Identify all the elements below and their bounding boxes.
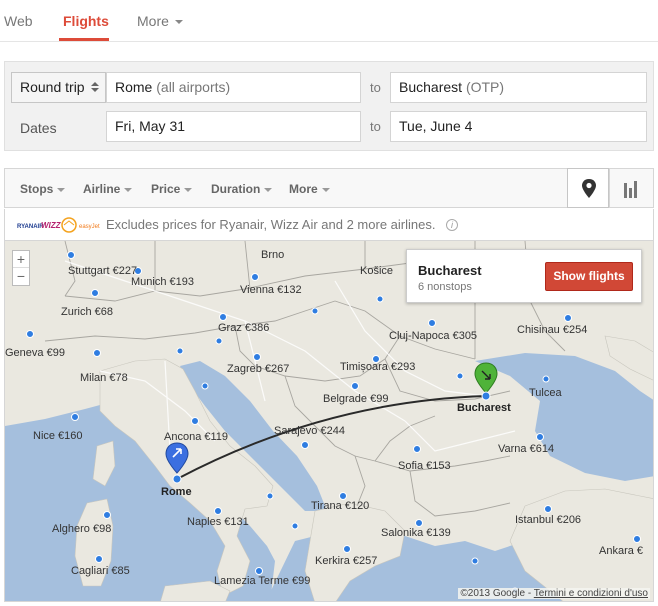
price-label: Chisinau €254: [517, 324, 587, 336]
map-view-button[interactable]: [567, 168, 609, 208]
popup-city: Bucharest: [418, 263, 482, 278]
to-label-origin: to: [370, 80, 381, 95]
destination-popup: Bucharest 6 nonstops Show flights: [406, 249, 642, 303]
bar-chart-icon: [624, 181, 637, 198]
origin-label: Rome: [161, 486, 192, 498]
origin-field[interactable]: Rome (all airports): [106, 72, 361, 103]
filter-price[interactable]: Price: [151, 182, 193, 196]
chart-view-button[interactable]: [609, 168, 651, 208]
tab-web[interactable]: Web: [4, 13, 33, 29]
place-label: Košice: [360, 265, 393, 277]
filter-duration-label: Duration: [211, 182, 261, 196]
notice-text: Excludes prices for Ryanair, Wizz Air an…: [106, 217, 436, 232]
map-pin-icon: [582, 179, 596, 198]
to-label-dates: to: [370, 119, 381, 134]
chevron-down-icon: [184, 187, 193, 192]
price-label: Cagliari €85: [71, 565, 130, 577]
airline-logos: RYANAIR WIZZ easyJet: [17, 217, 100, 233]
price-label: Ancona €119: [164, 431, 228, 443]
map-copyright: ©2013 Google - Termini e condizioni d'us…: [458, 588, 650, 599]
price-label: Munich €193: [131, 276, 194, 288]
price-label: Istanbul €206: [515, 514, 581, 526]
flight-map[interactable]: Brno Košice Stuttgart €227 Munich €193 Z…: [4, 240, 654, 602]
origin-detail: (all airports): [156, 79, 231, 95]
filter-duration[interactable]: Duration: [211, 182, 273, 196]
zoom-out-button[interactable]: −: [13, 268, 29, 285]
price-label: Varna €614: [498, 443, 554, 455]
chevron-down-icon: [321, 187, 330, 192]
filter-more[interactable]: More: [289, 182, 330, 196]
filter-airline-label: Airline: [83, 182, 121, 196]
copyright-text: ©2013 Google -: [460, 588, 532, 599]
return-date-field[interactable]: Tue, June 4: [390, 111, 647, 142]
search-panel: Round trip Rome (all airports) to Buchar…: [4, 61, 654, 151]
chevron-down-icon: [57, 187, 66, 192]
trip-type-select[interactable]: Round trip: [11, 72, 106, 103]
origin-city: Rome: [115, 79, 153, 95]
tab-more-label: More: [137, 13, 169, 29]
top-nav: Web Flights More: [0, 0, 658, 42]
zoom-control: + −: [12, 250, 30, 286]
price-label: Vienna €132: [240, 284, 302, 296]
show-flights-button[interactable]: Show flights: [545, 262, 633, 291]
price-label: Graz €386: [218, 322, 269, 334]
price-label: Cluj-Napoca €305: [389, 330, 477, 342]
terms-link[interactable]: Termini e condizioni d'uso: [534, 588, 648, 599]
wizz-logo: WIZZ: [41, 221, 62, 230]
black-sea: [475, 353, 653, 481]
tab-flights[interactable]: Flights: [63, 13, 109, 29]
price-label: Nice €160: [33, 430, 83, 442]
price-label: Sofia €153: [398, 460, 451, 472]
active-tab-indicator: [59, 38, 109, 41]
filter-stops[interactable]: Stops: [20, 182, 66, 196]
place-label: Brno: [261, 249, 284, 261]
destination-label: Bucharest: [457, 402, 511, 414]
filter-more-label: More: [289, 182, 318, 196]
filter-airline[interactable]: Airline: [83, 182, 133, 196]
price-label: Salonika €139: [381, 527, 451, 539]
destination-code: (OTP): [465, 79, 505, 95]
filter-bar: Stops Airline Price Duration More: [4, 168, 654, 208]
select-arrows-icon: [91, 82, 99, 92]
price-label: Lamezia Terme €99: [214, 575, 310, 587]
chevron-down-icon: [124, 187, 133, 192]
price-label: Alghero €98: [52, 523, 111, 535]
chevron-down-icon: [174, 20, 183, 25]
trip-type-value: Round trip: [20, 79, 85, 95]
price-label: Stuttgart €227: [68, 265, 137, 277]
sea-label: Tulcea: [529, 387, 562, 399]
airline-exclusion-notice: RYANAIR WIZZ easyJet Excludes prices for…: [4, 209, 654, 240]
zoom-in-button[interactable]: +: [13, 251, 29, 268]
depart-date-field[interactable]: Fri, May 31: [106, 111, 361, 142]
destination-field[interactable]: Bucharest (OTP): [390, 72, 647, 103]
price-label: Timișoara €293: [340, 361, 415, 373]
easyjet-logo: easyJet: [79, 224, 100, 230]
destination-city: Bucharest: [399, 79, 463, 95]
popup-nonstops: 6 nonstops: [418, 281, 472, 293]
filter-stops-label: Stops: [20, 182, 54, 196]
price-label: Belgrade €99: [323, 393, 388, 405]
price-label: Ankara €: [599, 545, 643, 557]
price-label: Zagreb €267: [227, 363, 289, 375]
price-label: Naples €131: [187, 516, 249, 528]
info-icon[interactable]: i: [446, 219, 458, 231]
price-label: Geneva €99: [5, 347, 65, 359]
filter-price-label: Price: [151, 182, 181, 196]
price-label: Milan €78: [80, 372, 128, 384]
chevron-down-icon: [264, 187, 273, 192]
tab-more[interactable]: More: [137, 13, 183, 29]
price-label: Zurich €68: [61, 306, 113, 318]
price-label: Kerkira €257: [315, 555, 377, 567]
price-label: Sarajevo €244: [274, 425, 345, 437]
dates-label: Dates: [20, 120, 57, 136]
price-label: Tirana €120: [311, 500, 369, 512]
